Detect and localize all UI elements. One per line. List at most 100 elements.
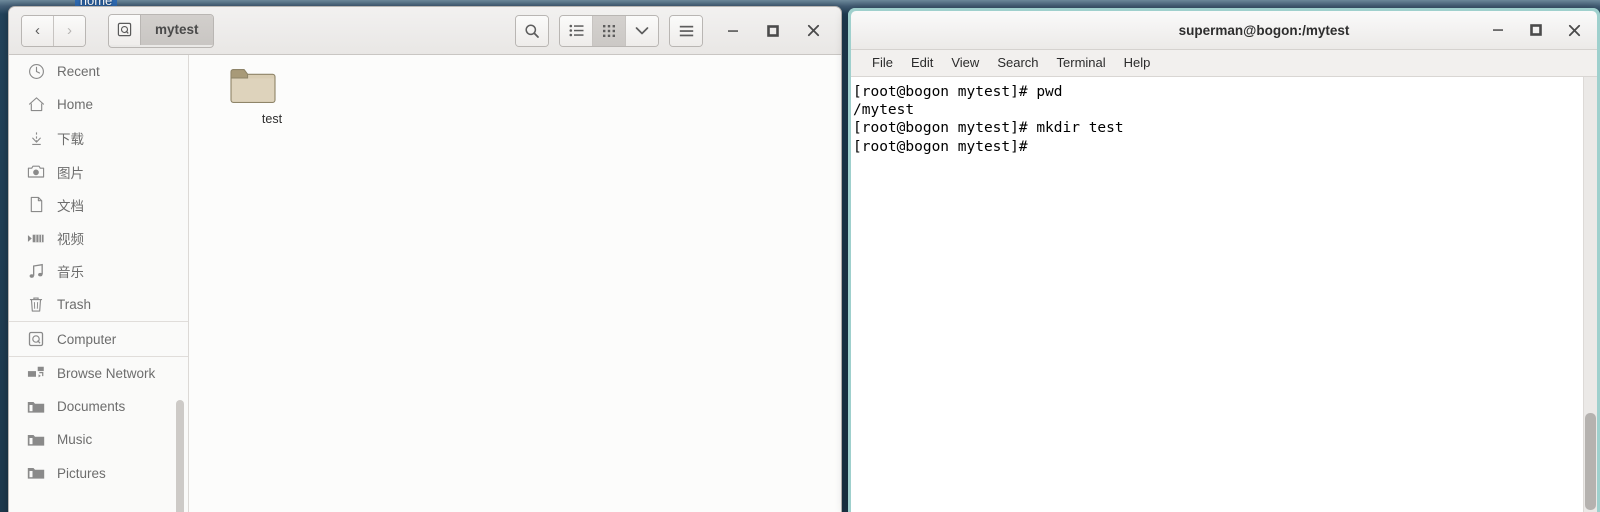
sidebar-item-trash[interactable]: Trash — [9, 288, 188, 321]
sidebar-item-pictures-cn[interactable]: 图片 — [9, 155, 188, 188]
path-bar: mytest — [108, 13, 214, 48]
terminal-line: /mytest — [853, 102, 915, 119]
file-manager-window[interactable]: ‹ › mytest Recent Home 下载 图片 文档 视频 音乐 Tr… — [8, 6, 842, 512]
sidebar-item-home[interactable]: Home — [9, 88, 188, 121]
sidebar-item-downloads[interactable]: 下载 — [9, 122, 188, 155]
sidebar-scrollbar-thumb[interactable] — [176, 400, 184, 512]
pathbar-crumb-mytest[interactable]: mytest — [140, 14, 213, 45]
terminal-menubar: File Edit View Search Terminal Help — [851, 50, 1597, 77]
list-view-button[interactable] — [560, 15, 592, 46]
folder-icon — [229, 65, 315, 105]
close-icon — [807, 24, 820, 37]
maximize-icon — [1530, 24, 1542, 36]
sidebar-item-label: Documents — [57, 399, 126, 415]
file-manager-toolbar-right — [515, 7, 833, 54]
maximize-button[interactable] — [753, 7, 793, 54]
trash-icon — [24, 296, 48, 313]
sidebar-item-label: Computer — [57, 331, 117, 347]
sidebar-item-computer[interactable]: Computer — [9, 321, 188, 357]
sidebar-item-label: Recent — [57, 64, 100, 80]
back-button[interactable]: ‹ — [22, 15, 53, 46]
terminal-window-buttons — [1479, 11, 1593, 49]
sidebar-item-label: Trash — [57, 297, 92, 313]
file-manager-body: Recent Home 下载 图片 文档 视频 音乐 Trash Compute… — [9, 55, 841, 512]
sidebar-item-browse-network[interactable]: Browse Network — [9, 357, 188, 390]
terminal-scrollbar[interactable] — [1583, 77, 1597, 512]
search-button[interactable] — [516, 15, 548, 46]
forward-button[interactable]: › — [53, 15, 85, 46]
main-menu-group — [669, 14, 703, 47]
music-icon — [24, 263, 48, 280]
close-icon — [1568, 24, 1581, 37]
chevron-down-icon — [635, 26, 649, 36]
search-icon — [524, 23, 540, 39]
download-icon — [24, 130, 48, 147]
menu-item-search[interactable]: Search — [988, 50, 1047, 76]
document-icon — [24, 196, 48, 213]
sidebar-item-label: Browse Network — [57, 365, 156, 381]
camera-icon — [24, 164, 48, 179]
search-button-group — [515, 14, 549, 47]
sidebar-scrollbar[interactable] — [176, 55, 186, 512]
view-options-button[interactable] — [625, 15, 658, 46]
menu-item-file[interactable]: File — [863, 50, 902, 76]
chevron-right-icon: › — [67, 22, 72, 39]
terminal-line: [root@bogon mytest]# mkdir test — [853, 120, 1124, 137]
maximize-icon — [767, 24, 779, 37]
minimize-icon — [1492, 24, 1504, 36]
sidebar-item-label: 文档 — [57, 198, 84, 214]
sidebar-item-label: 下载 — [57, 132, 84, 148]
terminal-line: [root@bogon mytest]# — [853, 138, 1037, 155]
menu-item-edit[interactable]: Edit — [902, 50, 942, 76]
pathbar-crumb-label: mytest — [155, 22, 199, 37]
file-item-test[interactable]: test — [229, 65, 315, 126]
terminal-maximize-button[interactable] — [1517, 11, 1555, 49]
file-manager-header: ‹ › mytest — [9, 7, 841, 55]
folder-icon — [24, 400, 48, 414]
menu-item-terminal[interactable]: Terminal — [1048, 50, 1115, 76]
sidebar-item-recent[interactable]: Recent — [9, 55, 188, 88]
pathbar-computer-button[interactable] — [109, 14, 140, 45]
list-view-icon — [569, 24, 584, 37]
file-item-label: test — [261, 112, 283, 126]
terminal-titlebar[interactable]: superman@bogon:/mytest — [851, 11, 1597, 50]
view-mode-group — [559, 14, 659, 47]
network-icon — [24, 365, 48, 381]
sidebar-item-label: 音乐 — [57, 265, 84, 281]
menu-item-view[interactable]: View — [942, 50, 988, 76]
grid-view-icon — [602, 24, 616, 38]
hamburger-menu-icon — [679, 25, 694, 37]
terminal-screen[interactable]: [root@bogon mytest]# pwd /mytest [root@b… — [851, 77, 1597, 512]
terminal-minimize-button[interactable] — [1479, 11, 1517, 49]
home-icon — [24, 96, 48, 113]
minimize-icon — [727, 25, 739, 37]
sidebar-item-documents[interactable]: Documents — [9, 390, 188, 423]
close-button[interactable] — [793, 7, 833, 54]
terminal-scrollbar-thumb[interactable] — [1585, 413, 1596, 510]
sidebar-item-label: Pictures — [57, 465, 106, 481]
computer-icon — [24, 331, 48, 347]
folder-icon — [24, 433, 48, 447]
computer-disk-icon — [117, 22, 132, 37]
grid-view-button[interactable] — [592, 15, 625, 46]
navigation-button-group: ‹ › — [21, 14, 86, 47]
sidebar-item-music[interactable]: Music — [9, 423, 188, 456]
folder-icon — [24, 466, 48, 480]
video-icon — [24, 232, 48, 245]
sidebar: Recent Home 下载 图片 文档 视频 音乐 Trash Compute… — [9, 55, 189, 512]
menu-item-help[interactable]: Help — [1115, 50, 1160, 76]
clock-icon — [24, 63, 48, 80]
sidebar-item-label: Home — [57, 97, 94, 113]
sidebar-item-music-cn[interactable]: 音乐 — [9, 255, 188, 288]
sidebar-item-pictures[interactable]: Pictures — [9, 457, 188, 490]
minimize-button[interactable] — [713, 7, 753, 54]
sidebar-item-documents-cn[interactable]: 文档 — [9, 188, 188, 221]
terminal-window[interactable]: superman@bogon:/mytest File Edit View Se… — [848, 8, 1600, 512]
sidebar-item-label: 视频 — [57, 232, 84, 248]
hamburger-menu-button[interactable] — [670, 15, 702, 46]
file-list-area[interactable]: test — [189, 55, 841, 512]
terminal-close-button[interactable] — [1555, 11, 1593, 49]
chevron-left-icon: ‹ — [35, 22, 40, 39]
sidebar-item-label: Music — [57, 432, 93, 448]
sidebar-item-videos-cn[interactable]: 视频 — [9, 221, 188, 254]
